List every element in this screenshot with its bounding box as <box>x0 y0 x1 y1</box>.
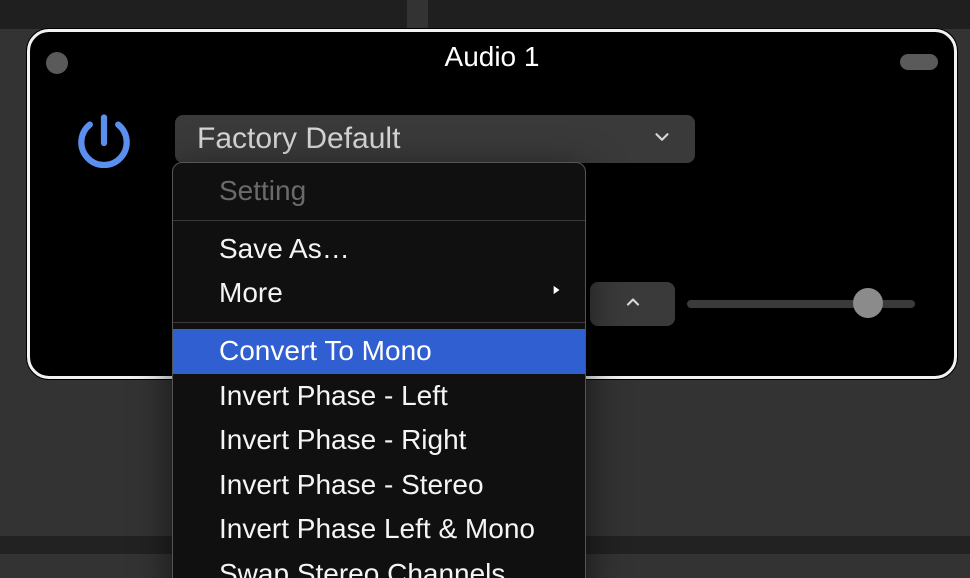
menu-item-setting: Setting <box>173 169 585 214</box>
power-icon[interactable] <box>68 107 140 179</box>
preset-dropdown[interactable]: Factory Default <box>175 115 695 163</box>
menu-item-label: Convert To Mono <box>219 332 432 371</box>
menu-item-label: Swap Stereo Channels <box>219 555 505 578</box>
background-panel <box>428 0 970 29</box>
menu-item-label: Setting <box>219 172 306 211</box>
menu-separator <box>173 322 585 323</box>
menu-item-label: Invert Phase - Stereo <box>219 466 484 505</box>
menu-item-label: Invert Phase - Left <box>219 377 448 416</box>
power-row <box>68 107 140 179</box>
preset-menu: Setting Save As… More Convert To Mono In… <box>172 162 586 578</box>
title-bar: Audio 1 <box>30 32 954 72</box>
close-button[interactable] <box>46 52 68 74</box>
submenu-arrow-icon <box>549 280 563 308</box>
chevron-up-icon <box>623 292 643 317</box>
menu-item-label: Save As… <box>219 230 350 269</box>
menu-item-label: Invert Phase - Right <box>219 421 466 460</box>
menu-item-label: More <box>219 274 283 313</box>
menu-item-swap-stereo-channels[interactable]: Swap Stereo Channels <box>173 552 585 578</box>
slider-thumb[interactable] <box>853 288 883 318</box>
menu-item-invert-phase-left[interactable]: Invert Phase - Left <box>173 374 585 419</box>
window-title: Audio 1 <box>445 41 540 73</box>
menu-item-more[interactable]: More <box>173 271 585 316</box>
menu-item-save-as[interactable]: Save As… <box>173 227 585 272</box>
menu-separator <box>173 220 585 221</box>
menu-item-invert-phase-stereo[interactable]: Invert Phase - Stereo <box>173 463 585 508</box>
resize-pill[interactable] <box>900 54 938 70</box>
chevron-down-icon <box>651 126 673 153</box>
menu-item-convert-to-mono[interactable]: Convert To Mono <box>173 329 585 374</box>
preset-label: Factory Default <box>197 122 400 156</box>
slider-track[interactable] <box>687 300 915 308</box>
secondary-dropdown[interactable] <box>590 282 675 326</box>
menu-item-invert-phase-left-mono[interactable]: Invert Phase Left & Mono <box>173 507 585 552</box>
background-panel <box>0 0 407 29</box>
menu-item-label: Invert Phase Left & Mono <box>219 510 535 549</box>
menu-item-invert-phase-right[interactable]: Invert Phase - Right <box>173 418 585 463</box>
